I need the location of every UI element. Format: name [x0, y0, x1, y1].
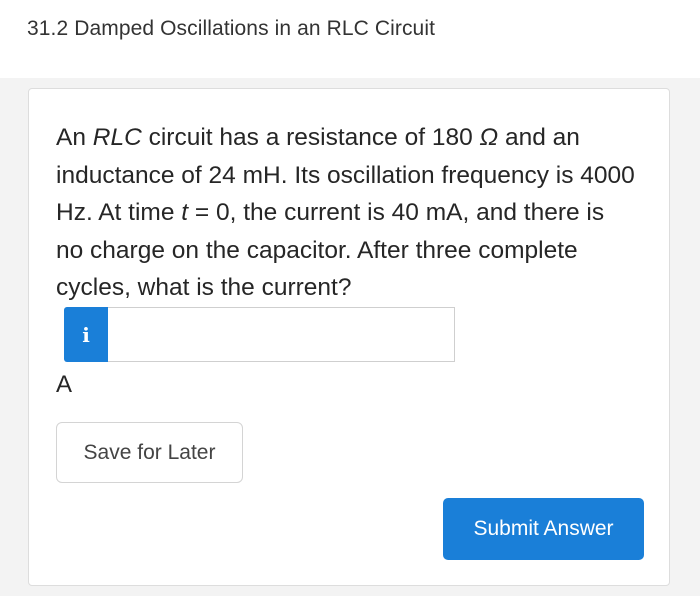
save-for-later-button[interactable]: Save for Later	[56, 422, 243, 483]
submit-answer-button[interactable]: Submit Answer	[443, 498, 644, 560]
question-text-italic: RLC	[92, 124, 142, 151]
question-text: An RLC circuit has a resistance of 180 Ω…	[56, 119, 636, 307]
question-card: An RLC circuit has a resistance of 180 Ω…	[28, 88, 670, 586]
question-text-part: An	[56, 124, 93, 151]
answer-unit-label: A	[56, 371, 73, 398]
info-icon[interactable]: i	[64, 307, 108, 362]
question-text-italic: Ω	[479, 124, 499, 151]
answer-input[interactable]	[108, 307, 455, 362]
page-background: 31.2 Damped Oscillations in an RLC Circu…	[0, 0, 700, 596]
question-text-part: circuit has a resistance of 180	[141, 124, 480, 151]
answer-row: i	[64, 307, 455, 362]
section-title: 31.2 Damped Oscillations in an RLC Circu…	[27, 17, 436, 40]
header: 31.2 Damped Oscillations in an RLC Circu…	[0, 0, 700, 78]
